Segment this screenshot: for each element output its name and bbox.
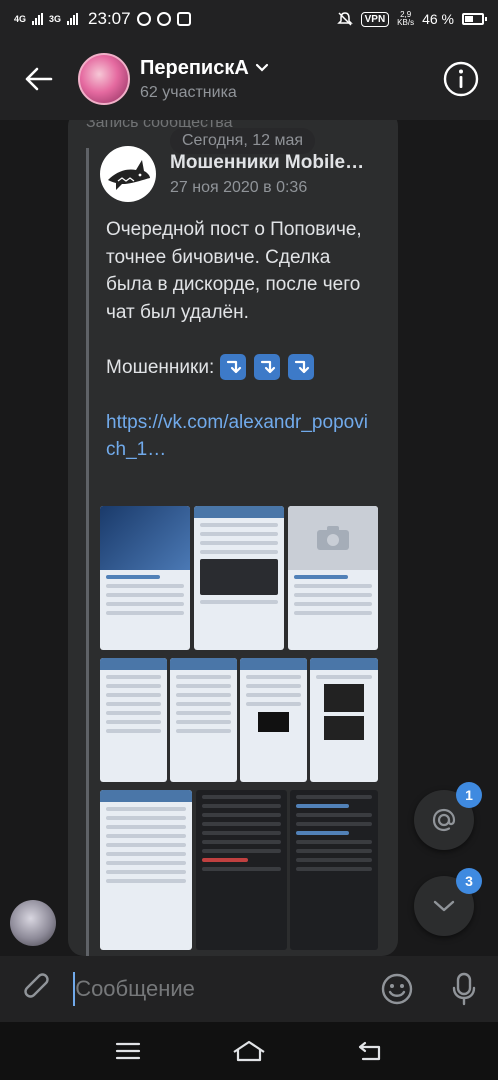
info-button[interactable] [442, 60, 480, 98]
photo-attachment[interactable] [240, 658, 307, 782]
sync-icon [156, 12, 171, 26]
back-arrow-icon [25, 67, 53, 91]
post-link[interactable]: https://vk.com/alexandr_popovich_1… [106, 412, 368, 461]
camera-icon [317, 526, 349, 550]
home-icon[interactable] [232, 1040, 266, 1062]
mute-icon [336, 12, 353, 26]
chevron-down-icon [433, 900, 455, 912]
sender-avatar[interactable] [10, 900, 56, 946]
menu-icon[interactable] [115, 1041, 141, 1061]
arrow-down-emoji-icon [253, 354, 280, 381]
clock: 23:07 [88, 9, 131, 28]
photo-attachment[interactable] [170, 658, 237, 782]
chat-member-count: 62 участника [140, 83, 237, 101]
battery-percent: 46 % [422, 11, 454, 27]
photo-attachment[interactable] [100, 658, 167, 782]
post-date: 27 ноя 2020 в 0:36 [170, 179, 308, 196]
status-bar: 4G 3G 23:07 VPN 2,9 KB/s 46 % [0, 0, 498, 38]
at-icon [432, 808, 456, 832]
chat-title-area[interactable]: ПерепискА 62 участника [140, 57, 269, 102]
community-avatar[interactable] [100, 146, 156, 202]
chat-avatar[interactable] [78, 53, 130, 105]
photo-attachment[interactable] [100, 506, 190, 650]
emoji-icon [381, 973, 413, 1005]
telegram-icon [136, 12, 151, 26]
network-3g-indicator: 3G [49, 13, 62, 24]
network-4g-indicator: 4G [14, 13, 27, 24]
network-speed: 2,9 KB/s [397, 10, 415, 27]
chevron-down-icon [255, 63, 268, 72]
signal-icon [32, 13, 44, 25]
back-button[interactable] [0, 38, 78, 120]
post-author[interactable]: Мошенники Mobile… [170, 152, 364, 174]
paperclip-icon [23, 973, 49, 998]
date-separator: Сегодня, 12 мая [170, 128, 316, 154]
vpn-indicator: VPN [360, 11, 390, 27]
photo-attachment[interactable] [310, 658, 378, 782]
microphone-icon [453, 972, 476, 1006]
back-icon[interactable] [357, 1040, 383, 1062]
post-paragraph-scammers: Мошенники: [106, 354, 376, 382]
post-text: Очередной пост о Поповиче, точнее бичови… [106, 216, 376, 491]
chat-header: ПерепискА 62 участника [0, 38, 498, 120]
message-input[interactable] [73, 972, 364, 1006]
signal-icon [67, 13, 79, 25]
message-list[interactable]: Запись сообщества Сегодня, 12 мая Мошенн… [0, 120, 498, 956]
photo-attachment[interactable] [288, 506, 378, 650]
info-icon [443, 61, 479, 97]
post-paragraph: Очередной пост о Поповиче, точнее бичови… [106, 219, 362, 323]
photo-attachment[interactable] [194, 506, 284, 650]
unread-badge: 3 [456, 868, 482, 894]
photo-attachment[interactable] [100, 790, 192, 950]
arrow-down-emoji-icon [219, 354, 246, 381]
arrow-down-emoji-icon [287, 354, 314, 381]
mentions-button[interactable]: 1 [414, 782, 482, 850]
photo-attachment[interactable] [196, 790, 287, 950]
gallery-icon [176, 12, 191, 26]
system-navigation-bar [0, 1022, 498, 1080]
shark-logo-icon [108, 160, 150, 190]
scroll-down-button[interactable]: 3 [414, 868, 482, 936]
attach-button[interactable] [0, 973, 73, 1005]
voice-message-button[interactable] [431, 972, 498, 1006]
emoji-button[interactable] [363, 972, 430, 1006]
chat-title: ПерепискА [140, 56, 249, 79]
message-composer [0, 956, 498, 1022]
repost-quote-line [86, 148, 89, 956]
battery-icon [462, 13, 487, 25]
photo-attachment[interactable] [290, 790, 378, 950]
mentions-badge: 1 [456, 782, 482, 808]
